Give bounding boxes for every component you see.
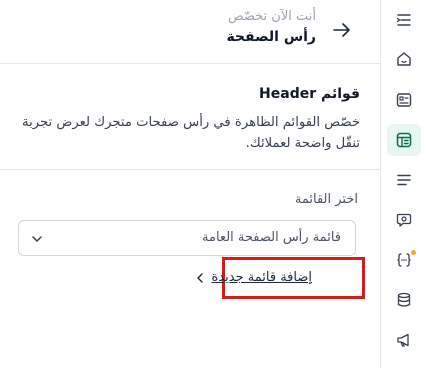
header-subtitle: أنت الآن تخصّص	[227, 9, 316, 24]
panel-header: أنت الآن تخصّص رأس الصفحة	[0, 0, 380, 64]
menu-select-label: اختر القائمة	[294, 192, 358, 207]
section-description: خصّص القوائم الظاهرة في رأس صفحات متجرك …	[22, 115, 360, 151]
layout-icon	[396, 132, 412, 148]
settings-chat-icon	[396, 213, 412, 227]
section-title: قوائم Header	[259, 86, 360, 102]
menus-section: قوائم Header خصّص القوائم الظاهرة في رأس…	[0, 64, 380, 170]
megaphone-icon	[397, 333, 409, 347]
database-icon	[397, 292, 411, 307]
sidebar-item-database[interactable]	[387, 284, 421, 316]
id-card-icon	[396, 93, 412, 107]
sidebar	[380, 0, 426, 368]
add-menu-label: إضافة قائمة جديدة	[211, 270, 312, 285]
sidebar-item-marketing[interactable]	[387, 324, 421, 356]
page-title: رأس الصفحة	[226, 29, 316, 45]
menu-select[interactable]: قائمة رأس الصفحة العامة	[18, 220, 356, 256]
add-menu-link[interactable]: إضافة قائمة جديدة	[194, 270, 312, 285]
back-button[interactable]	[322, 12, 362, 48]
sidebar-item-layout[interactable]	[387, 124, 421, 156]
sidebar-item-collapse[interactable]	[387, 4, 421, 36]
sidebar-item-menus[interactable]	[387, 164, 421, 196]
home-icon	[397, 52, 411, 66]
notification-badge	[411, 250, 416, 255]
sidebar-item-home[interactable]	[387, 43, 421, 75]
arrow-right-icon	[333, 23, 350, 37]
customize-panel: أنت الآن تخصّص رأس الصفحة قوائم Header خ…	[0, 0, 380, 368]
sidebar-item-settings[interactable]	[387, 204, 421, 236]
menu-lines-icon	[397, 174, 411, 186]
menu-select-value: قائمة رأس الصفحة العامة	[202, 230, 341, 245]
code-braces-icon	[397, 253, 411, 267]
chevron-left-icon	[196, 272, 203, 283]
sidebar-item-code[interactable]	[387, 244, 421, 276]
collapse-menu-icon	[396, 14, 411, 26]
sidebar-item-cards[interactable]	[387, 84, 421, 116]
chevron-down-icon	[32, 236, 42, 242]
